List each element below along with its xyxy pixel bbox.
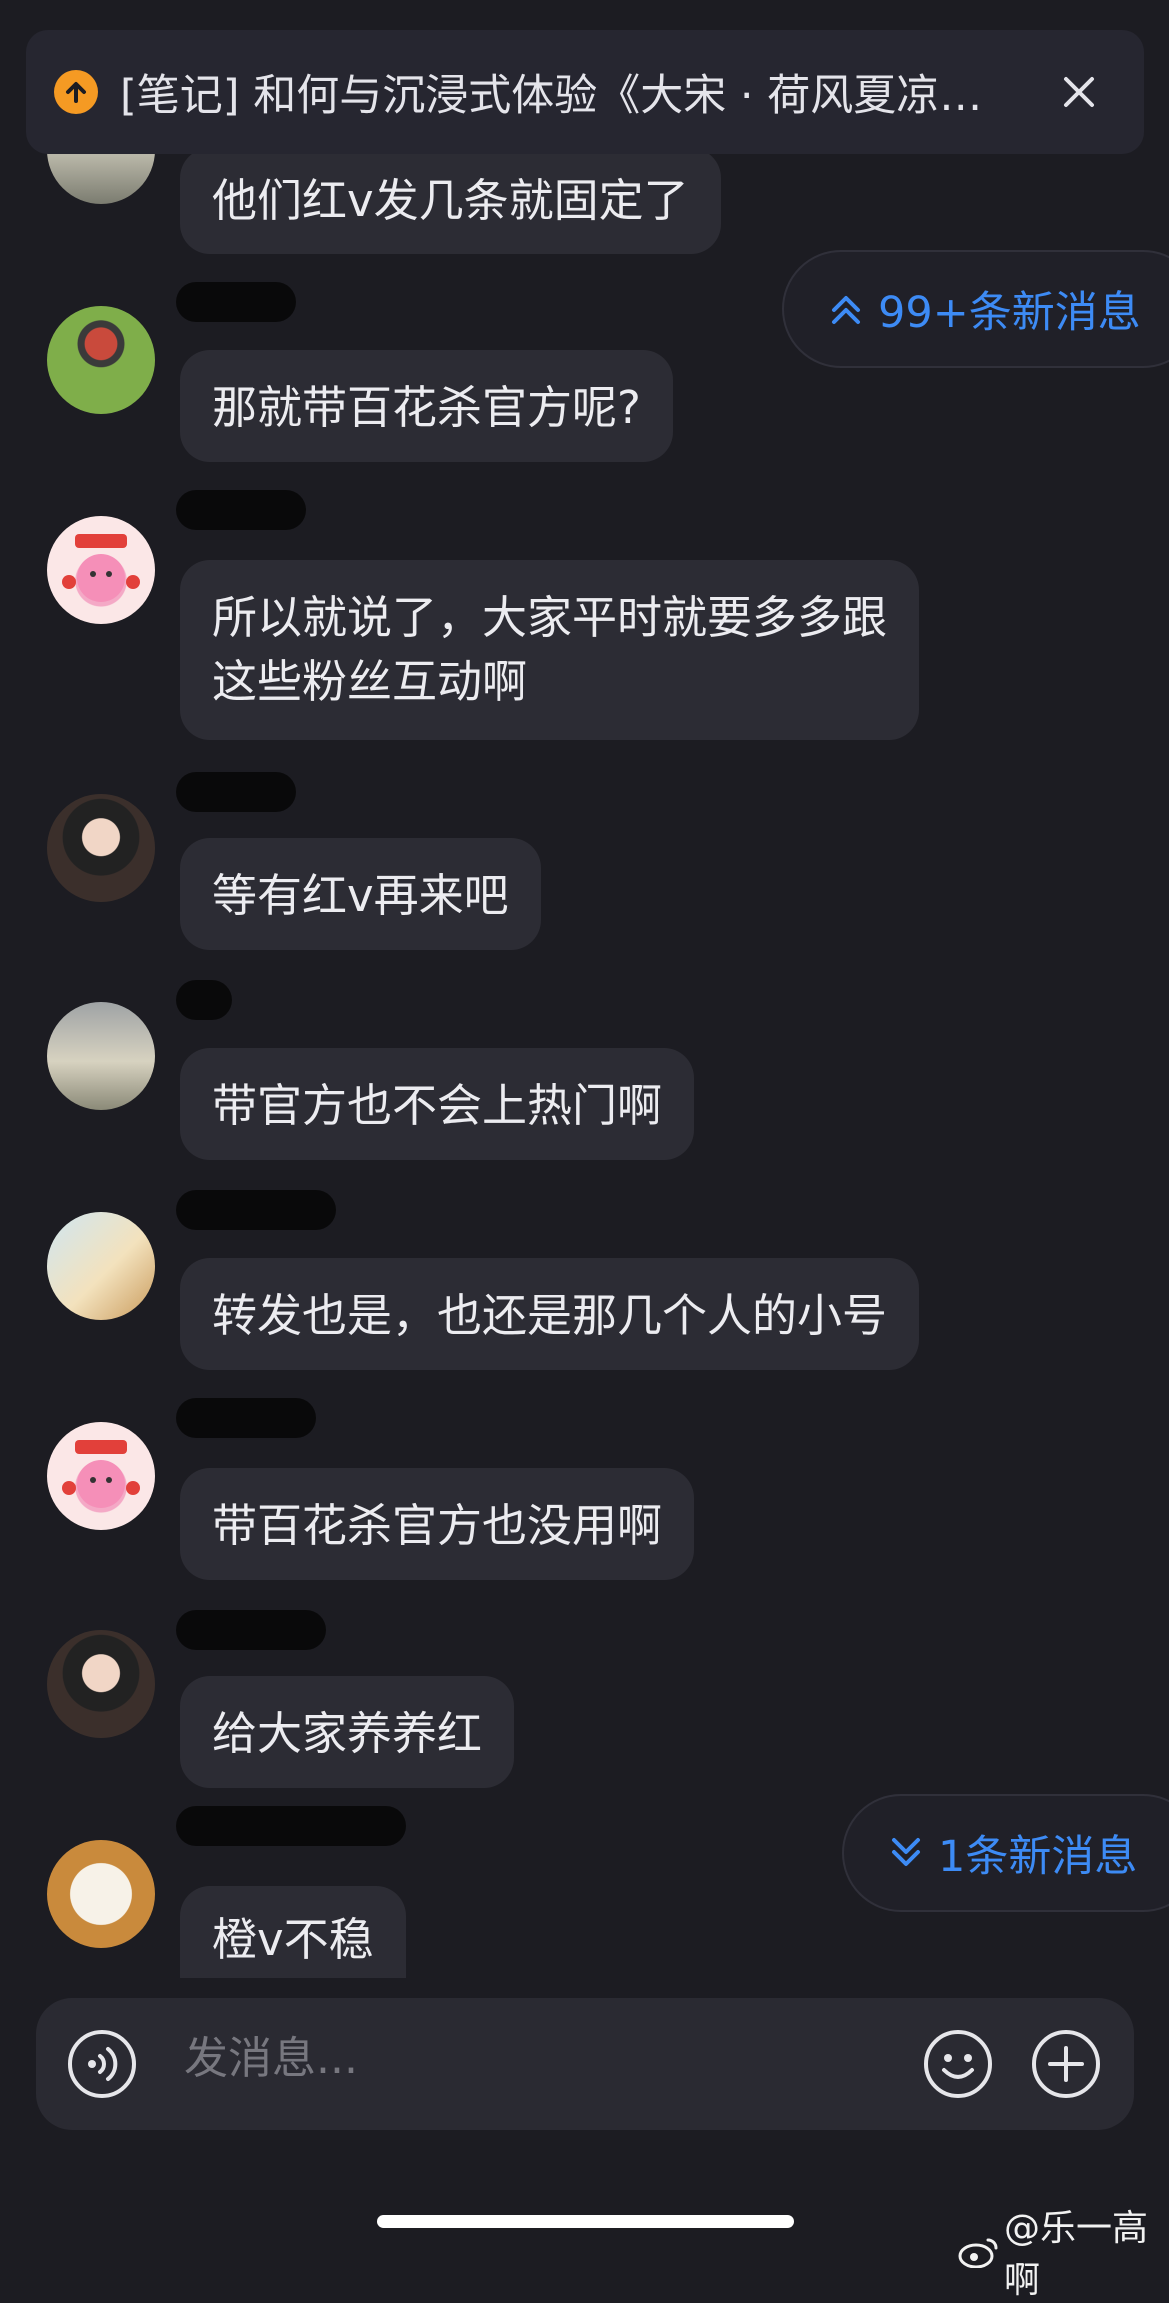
message-bubble[interactable]: 橙ⅴ不稳 [180,1886,406,1978]
avatar[interactable] [47,794,155,902]
message-bubble[interactable]: 带官方也不会上热门啊 [180,1048,695,1160]
banner-title: [笔记] 和何与沉浸式体验《大宋 · 荷风夏凉… [120,71,983,121]
voice-icon[interactable] [66,2028,138,2100]
avatar[interactable] [47,516,155,624]
avatar[interactable] [47,1002,155,1110]
message-input[interactable] [182,2032,786,2085]
upload-arrow-icon [54,70,98,114]
redacted-sender-name [176,282,296,322]
double-chevron-down-icon [890,1836,922,1870]
emoji-icon[interactable] [922,2028,994,2100]
pinned-note-banner[interactable]: [笔记] 和何与沉浸式体验《大宋 · 荷风夏凉… [26,30,1144,154]
avatar[interactable] [47,1422,155,1530]
close-icon[interactable] [1056,69,1102,115]
new-messages-up-button[interactable]: 99+条新消息 [782,250,1169,368]
redacted-sender-name [176,772,296,812]
message-bubble[interactable]: 给大家养养红 [180,1676,515,1788]
avatar[interactable] [47,1212,155,1320]
home-indicator [377,2215,794,2228]
avatar[interactable] [47,1630,155,1738]
redacted-sender-name [176,490,306,530]
message-bubble[interactable]: 转发也是，也还是那几个人的小号 [180,1258,920,1370]
redacted-sender-name [176,1190,336,1230]
message-bubble[interactable]: 他们红ⅴ发几条就固定了 [180,148,721,254]
message-line: 这些粉丝互动啊 [212,655,528,708]
double-chevron-up-icon [830,292,862,326]
cartoon-sticker-icon [62,534,140,602]
message-bubble[interactable]: 等有红ⅴ再来吧 [180,838,541,950]
message-bubble[interactable]: 那就带百花杀官方呢? [180,350,673,462]
watermark: @乐一高啊 [958,2199,1169,2303]
message-composer [36,1998,1134,2130]
cartoon-sticker-icon [62,1440,140,1508]
redacted-sender-name [176,1610,326,1650]
add-icon[interactable] [1030,2028,1102,2100]
avatar[interactable] [47,306,155,414]
watermark-text: @乐一高啊 [1004,2208,1149,2301]
new-messages-up-label: 99+条新消息 [878,288,1141,338]
new-messages-down-label: 1条新消息 [938,1832,1138,1882]
message-line: 所以就说了，大家平时就要多多跟 [212,591,888,644]
avatar[interactable] [47,1840,155,1948]
redacted-sender-name [176,980,232,1020]
weibo-icon [958,2234,1000,2268]
message-bubble[interactable]: 所以就说了，大家平时就要多多跟 这些粉丝互动啊 [180,560,920,740]
redacted-sender-name [176,1398,316,1438]
message-bubble[interactable]: 带百花杀官方也没用啊 [180,1468,695,1580]
new-messages-down-button[interactable]: 1条新消息 [842,1794,1169,1912]
redacted-sender-name [176,1806,406,1846]
